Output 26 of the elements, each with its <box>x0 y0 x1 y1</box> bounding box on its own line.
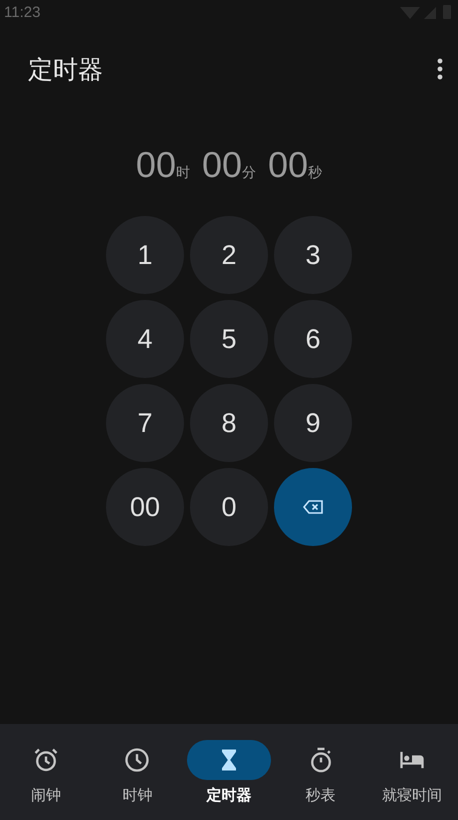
nav-tab[interactable]: 闹钟 <box>2 740 90 805</box>
status-time: 11:23 <box>4 4 40 20</box>
nav-tab[interactable]: 时钟 <box>93 740 182 805</box>
more-options-icon[interactable] <box>436 58 444 80</box>
nav-tab[interactable]: 秒表 <box>276 740 365 805</box>
backspace-icon <box>303 500 323 514</box>
clock-icon <box>123 746 152 774</box>
page-title: 定时器 <box>28 54 103 86</box>
digit-key[interactable]: 1 <box>106 216 184 294</box>
nav-tab[interactable]: 就寝时间 <box>368 740 456 805</box>
digit-key[interactable]: 8 <box>190 384 268 462</box>
digit-key[interactable]: 6 <box>274 300 352 378</box>
time-unit: 分 <box>242 164 256 182</box>
digit-key[interactable]: 9 <box>274 384 352 462</box>
time-digits: 00 <box>136 144 176 186</box>
time-unit: 秒 <box>308 164 322 182</box>
digit-key[interactable]: 7 <box>106 384 184 462</box>
time-digits: 00 <box>202 144 242 186</box>
time-unit: 时 <box>176 164 190 182</box>
digit-key[interactable]: 2 <box>190 216 268 294</box>
time-digits: 00 <box>268 144 308 186</box>
digit-key[interactable]: 00 <box>106 468 184 546</box>
digit-key[interactable]: 4 <box>106 300 184 378</box>
digit-key[interactable]: 5 <box>190 300 268 378</box>
digit-key[interactable]: 0 <box>190 468 268 546</box>
digit-key[interactable]: 3 <box>274 216 352 294</box>
